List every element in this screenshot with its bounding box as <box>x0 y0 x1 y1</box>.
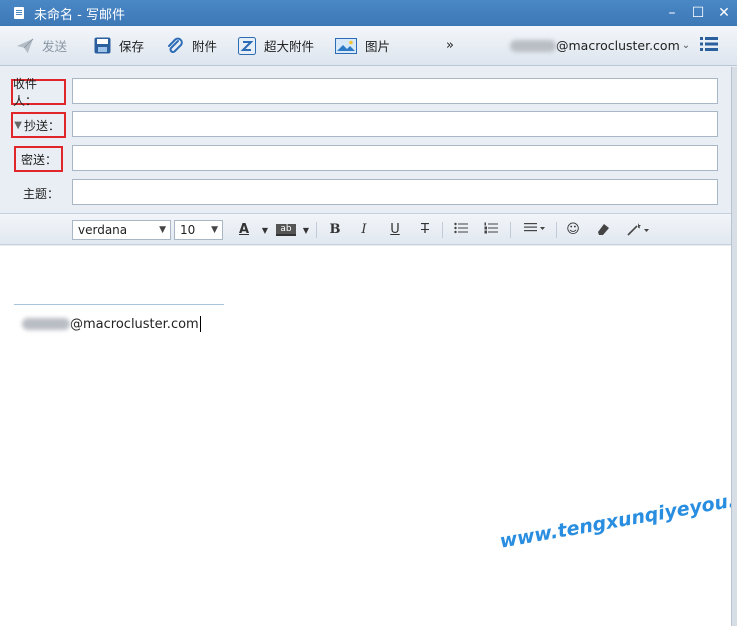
magic-wand-icon <box>627 223 649 236</box>
cc-label-text: 抄送： <box>23 118 60 133</box>
font-family-select[interactable]: verdana ▼ <box>72 220 171 240</box>
redacted-username <box>510 39 556 52</box>
italic-button[interactable]: I <box>355 222 373 237</box>
minimize-button[interactable]: – <box>659 5 685 21</box>
format-toolbar: verdana ▼ 10 ▼ A ▼ ab ▼ B I U T ☺ <box>0 213 731 245</box>
separator <box>442 222 443 238</box>
align-icon <box>524 223 545 232</box>
separator <box>316 222 317 238</box>
emoji-button[interactable]: ☺ <box>564 222 582 237</box>
magic-wand-button[interactable] <box>626 222 650 240</box>
expand-triangle-icon: ▼ <box>14 119 22 131</box>
font-size-value: 10 <box>180 223 196 237</box>
close-button[interactable]: ✕ <box>711 5 737 21</box>
font-color-button[interactable]: A <box>235 222 253 237</box>
bullet-list-button[interactable] <box>452 222 470 238</box>
signature-email-domain: @macrocluster.com <box>70 316 199 332</box>
chevron-down-icon[interactable]: ▼ <box>297 226 315 235</box>
window-edge <box>731 67 737 626</box>
picture-button[interactable]: 图片 <box>335 26 390 66</box>
text-caret <box>199 316 201 332</box>
chevron-down-icon: ▼ <box>159 225 166 235</box>
title-bar: 未命名 - 写邮件 – ☐ ✕ <box>0 0 737 26</box>
picture-icon <box>335 37 357 55</box>
strikethrough-button[interactable]: T <box>416 222 434 237</box>
subject-label: 主题： <box>22 186 59 201</box>
sender-account-selector[interactable]: @macrocluster.com ⌄ <box>510 26 690 66</box>
compose-toolbar: 发送 保存 附件 超大附件 图片 » @macrocluster.com ⌄ <box>0 26 737 66</box>
bullet-list-icon <box>454 222 468 234</box>
clear-format-button[interactable] <box>594 222 612 240</box>
send-button[interactable]: 发送 <box>16 26 67 66</box>
align-button[interactable] <box>522 222 548 238</box>
document-icon <box>14 7 24 19</box>
large-attachment-icon <box>238 36 256 55</box>
maximize-button[interactable]: ☐ <box>685 5 711 21</box>
signature: @macrocluster.com <box>22 316 201 332</box>
list-menu-icon <box>700 37 718 54</box>
to-input[interactable] <box>72 78 718 104</box>
cc-row: ▼ 抄送： <box>0 110 731 140</box>
sender-account-domain: @macrocluster.com <box>556 38 680 53</box>
save-button[interactable]: 保存 <box>93 26 144 66</box>
watermark: www.tengxunqiyeyou.com <box>498 481 737 553</box>
chevron-down-icon[interactable]: ▼ <box>256 226 274 235</box>
picture-label: 图片 <box>365 39 391 54</box>
send-label: 发送 <box>42 39 68 54</box>
subject-input[interactable] <box>72 179 718 205</box>
paperclip-icon <box>166 37 184 55</box>
bcc-input[interactable] <box>72 145 718 171</box>
signature-divider <box>14 304 224 305</box>
chevron-down-icon: ▼ <box>211 225 218 235</box>
bcc-label[interactable]: 密送： <box>14 146 63 172</box>
separator <box>510 222 511 238</box>
subject-row: 主题： <box>0 178 731 208</box>
eraser-icon <box>598 224 609 235</box>
window-title: 未命名 - 写邮件 <box>34 7 125 23</box>
address-fields: 收件人： ▼ 抄送： 密送： 主题： <box>0 67 731 213</box>
redacted-username <box>22 318 70 330</box>
numbered-list-button[interactable] <box>482 222 500 238</box>
message-editor[interactable]: @macrocluster.com www.tengxunqiyeyou.com <box>0 246 737 626</box>
to-label[interactable]: 收件人： <box>11 77 66 108</box>
menu-button[interactable] <box>700 26 718 66</box>
attach-button[interactable]: 附件 <box>166 26 217 66</box>
cc-label[interactable]: ▼ 抄送： <box>11 112 66 138</box>
bold-button[interactable]: B <box>326 222 344 237</box>
attach-label: 附件 <box>192 39 218 54</box>
font-family-value: verdana <box>78 223 128 237</box>
save-label: 保存 <box>119 39 145 54</box>
cc-input[interactable] <box>72 111 718 137</box>
numbered-list-icon <box>484 222 498 234</box>
large-attachment-button[interactable]: 超大附件 <box>238 26 314 66</box>
large-attachment-label: 超大附件 <box>264 39 315 54</box>
paper-plane-icon <box>16 37 34 55</box>
underline-button[interactable]: U <box>386 222 404 237</box>
bcc-row: 密送： <box>0 144 731 174</box>
more-button[interactable]: » <box>446 26 454 66</box>
separator <box>556 222 557 238</box>
chevron-down-icon: ⌄ <box>681 40 691 51</box>
highlight-color-button[interactable]: ab <box>276 224 296 236</box>
floppy-disk-icon <box>93 37 111 55</box>
font-size-select[interactable]: 10 ▼ <box>174 220 223 240</box>
to-row: 收件人： <box>0 77 731 108</box>
